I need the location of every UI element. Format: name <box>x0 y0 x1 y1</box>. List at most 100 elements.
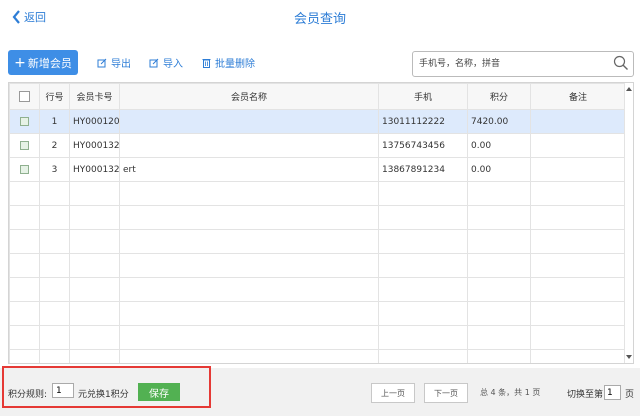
toolbar: + 新增会员 导出 导入 批量删除 <box>0 44 640 80</box>
points-rule-label: 积分规则: <box>8 390 48 400</box>
empty-cell <box>39 349 70 363</box>
phone: 13867891234 <box>378 157 468 182</box>
empty-cell <box>530 349 626 363</box>
member-table: 行号 会员卡号 会员名称 手机 积分 备注 1 HY0001201 130111… <box>8 82 634 364</box>
column-header: 行号 <box>39 83 70 110</box>
table-row[interactable]: 3 HY0001322 ert 13867891234 0.00 <box>9 157 626 182</box>
table-header-row: 行号 会员卡号 会员名称 手机 积分 备注 <box>9 83 626 110</box>
page-title: 会员查询 <box>293 12 346 27</box>
table-row[interactable]: 2 HY0001321 13756743456 0.00 <box>9 133 626 158</box>
row-select-cell <box>9 157 40 182</box>
empty-cell <box>9 349 40 363</box>
empty-cell <box>119 229 379 254</box>
empty-cell <box>119 301 379 326</box>
empty-cell <box>378 277 468 302</box>
vertical-scrollbar[interactable] <box>624 83 633 363</box>
empty-cell <box>69 349 120 363</box>
row-select-cell <box>9 133 40 158</box>
search-input[interactable] <box>417 55 606 73</box>
column-header: 积分 <box>467 83 531 110</box>
empty-cell <box>119 349 379 363</box>
empty-cell <box>39 325 70 350</box>
card-number: HY0001322 <box>69 157 120 182</box>
pagination-summary: 总 4 条，共 1 页 <box>480 388 541 397</box>
add-member-label: 新增会员 <box>27 56 72 70</box>
empty-cell <box>530 277 626 302</box>
import-button[interactable]: 导入 <box>149 55 183 70</box>
points: 0.00 <box>467 133 531 158</box>
empty-row <box>9 325 626 350</box>
empty-cell <box>530 325 626 350</box>
phone: 13756743456 <box>378 133 468 158</box>
empty-cell <box>119 205 379 230</box>
empty-cell <box>467 349 531 363</box>
next-page-button[interactable]: 下一页 <box>424 383 468 403</box>
note <box>530 109 626 134</box>
scroll-up-icon[interactable] <box>626 87 632 91</box>
note <box>530 133 626 158</box>
empty-row <box>9 229 626 254</box>
save-button[interactable]: 保存 <box>138 383 180 401</box>
empty-cell <box>39 277 70 302</box>
row-index: 2 <box>39 133 70 158</box>
trash-icon <box>202 58 211 68</box>
empty-cell <box>530 253 626 278</box>
member-name: ert <box>119 157 379 182</box>
note <box>530 157 626 182</box>
empty-cell <box>119 181 379 206</box>
column-header: 手机 <box>378 83 468 110</box>
batch-delete-label: 批量删除 <box>215 59 255 70</box>
points: 0.00 <box>467 157 531 182</box>
empty-cell <box>378 229 468 254</box>
empty-cell <box>378 181 468 206</box>
prev-page-button[interactable]: 上一页 <box>371 383 415 403</box>
empty-cell <box>69 181 120 206</box>
empty-cell <box>69 277 120 302</box>
empty-cell <box>69 253 120 278</box>
scroll-down-icon[interactable] <box>626 355 632 359</box>
empty-cell <box>378 349 468 363</box>
empty-cell <box>69 229 120 254</box>
export-button[interactable]: 导出 <box>97 55 131 70</box>
empty-cell <box>378 253 468 278</box>
empty-cell <box>9 277 40 302</box>
page-jump-suffix: 页 <box>625 390 635 400</box>
import-icon <box>149 58 159 67</box>
empty-cell <box>467 277 531 302</box>
page-jump-input[interactable] <box>604 385 621 400</box>
row-select-cell <box>9 109 40 134</box>
batch-delete-button[interactable]: 批量删除 <box>202 55 255 70</box>
table-row[interactable]: 1 HY0001201 13011112222 7420.00 <box>9 109 626 134</box>
add-member-button[interactable]: + 新增会员 <box>8 50 78 75</box>
empty-cell <box>467 253 531 278</box>
row-checkbox[interactable] <box>20 165 29 174</box>
card-number: HY0001321 <box>69 133 120 158</box>
import-label: 导入 <box>163 59 183 70</box>
row-checkbox[interactable] <box>20 141 29 150</box>
column-header: 备注 <box>530 83 626 110</box>
empty-cell <box>69 301 120 326</box>
search-icon[interactable] <box>613 55 629 71</box>
empty-cell <box>9 301 40 326</box>
empty-cell <box>467 325 531 350</box>
row-index: 3 <box>39 157 70 182</box>
select-all-checkbox[interactable] <box>19 91 30 102</box>
empty-cell <box>69 205 120 230</box>
empty-row <box>9 301 626 326</box>
row-checkbox[interactable] <box>20 117 29 126</box>
phone: 13011112222 <box>378 109 468 134</box>
points: 7420.00 <box>467 109 531 134</box>
row-index: 1 <box>39 109 70 134</box>
card-number: HY0001201 <box>69 109 120 134</box>
empty-cell <box>467 301 531 326</box>
empty-cell <box>119 277 379 302</box>
empty-cell <box>119 253 379 278</box>
empty-cell <box>39 205 70 230</box>
export-label: 导出 <box>111 59 131 70</box>
points-rule-input[interactable] <box>52 383 74 398</box>
column-header: 会员卡号 <box>69 83 120 110</box>
top-bar: 返回 会员查询 <box>0 0 640 38</box>
empty-cell <box>530 229 626 254</box>
empty-cell <box>9 253 40 278</box>
search-box <box>412 51 634 77</box>
